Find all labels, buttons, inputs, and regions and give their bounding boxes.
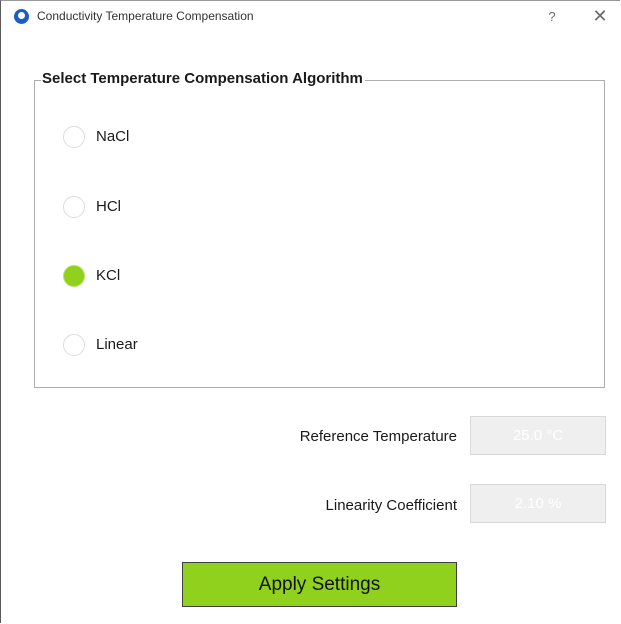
app-icon [14, 9, 29, 24]
window-title: Conductivity Temperature Compensation [37, 9, 254, 23]
apply-settings-button[interactable]: Apply Settings [182, 562, 457, 607]
radio-label-nacl[interactable]: NaCl [96, 128, 129, 145]
algorithm-groupbox: Select Temperature Compensation Algorith… [34, 70, 605, 388]
radio-button-hcl[interactable] [63, 196, 85, 218]
reference-temperature-field: 25.0 °C [470, 416, 606, 455]
radio-button-nacl[interactable] [63, 126, 85, 148]
radio-button-linear[interactable] [63, 334, 85, 356]
radio-label-linear[interactable]: Linear [96, 336, 138, 353]
radio-label-hcl[interactable]: HCl [96, 198, 121, 215]
reference-temperature-label: Reference Temperature [299, 428, 457, 445]
algorithm-group-title: Select Temperature Compensation Algorith… [41, 70, 365, 87]
linearity-coefficient-field: 2.10 % [470, 484, 606, 523]
close-button[interactable]: ✕ [589, 5, 611, 27]
radio-button-kcl[interactable] [63, 265, 85, 287]
help-button[interactable]: ? [542, 6, 562, 28]
linearity-coefficient-label: Linearity Coefficient [325, 497, 457, 514]
title-bar[interactable]: Conductivity Temperature Compensation ? … [1, 1, 620, 33]
radio-label-kcl[interactable]: KCl [96, 267, 120, 284]
dialog-window: Conductivity Temperature Compensation ? … [0, 0, 620, 623]
